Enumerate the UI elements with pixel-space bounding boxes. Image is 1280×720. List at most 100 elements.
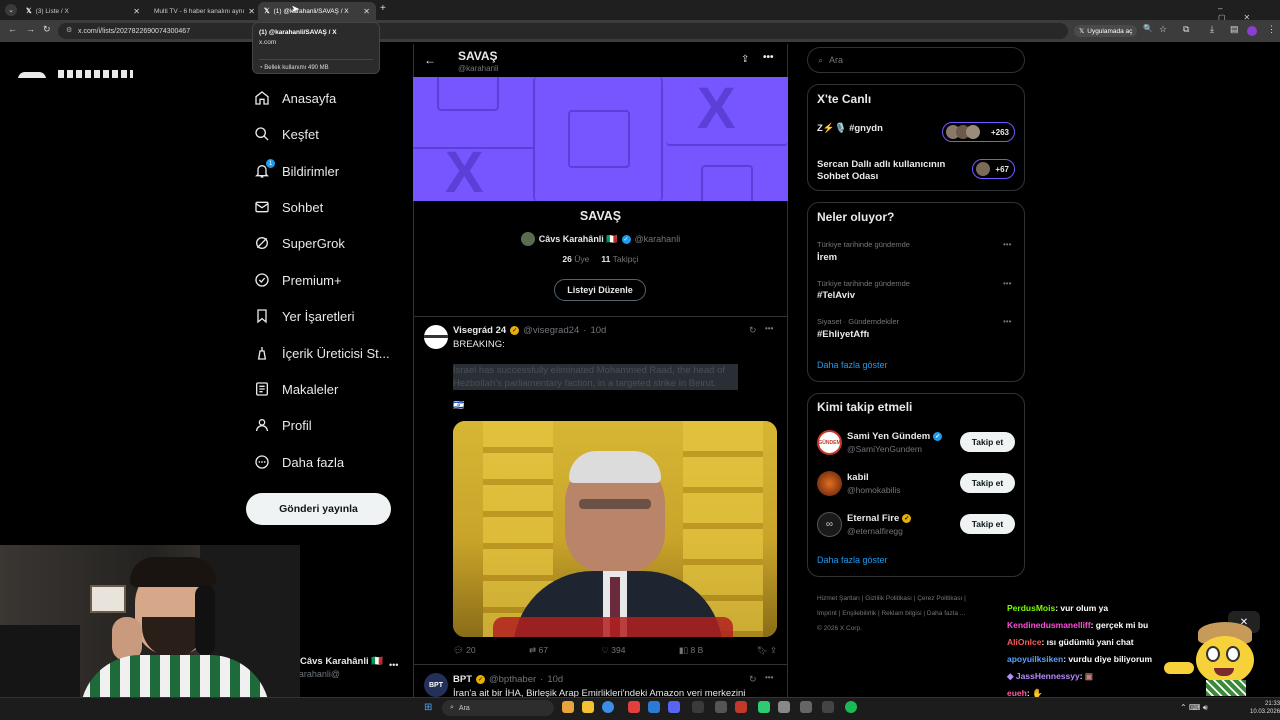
follow-name[interactable]: kabil [847, 472, 869, 483]
trends-show-more[interactable]: Daha fazla göster [817, 360, 888, 370]
follow-name-row[interactable]: Sami Yen Gündem ✓ [847, 431, 943, 442]
back-icon[interactable]: ← [8, 24, 17, 34]
search-box[interactable]: ⌕ Ara [807, 47, 1025, 73]
grok-post-icon[interactable]: ↻ [749, 674, 757, 685]
post-time[interactable]: 10d [547, 674, 563, 685]
reload-icon[interactable]: ↻ [43, 24, 51, 35]
trend-name[interactable]: #TelAviv [817, 290, 855, 301]
menu-icon[interactable]: ⋮ [1267, 24, 1276, 35]
follow-show-more[interactable]: Daha fazla göster [817, 555, 888, 565]
nav-explore[interactable]: Keşfet [254, 122, 319, 146]
star-icon[interactable]: ☆ [1159, 24, 1167, 35]
post-avatar[interactable] [424, 325, 448, 349]
tab-search-icon[interactable]: ⌄ [5, 4, 17, 16]
post-author[interactable]: BPT [453, 674, 472, 685]
nav-articles[interactable]: Makaleler [254, 377, 338, 401]
tray-icons[interactable]: ⌃ ⌨ 🔊︎ [1180, 703, 1208, 713]
post-image[interactable] [453, 421, 777, 637]
nav-profile[interactable]: Profil [254, 413, 312, 437]
repost-button[interactable]: ⇄ 67 [529, 645, 548, 656]
share-icon[interactable]: ⇪ [741, 54, 749, 65]
close-icon[interactable]: ✕ [248, 7, 255, 16]
windows-start-icon[interactable]: ⊞ [424, 702, 432, 713]
footer-link[interactable]: Imprint [817, 610, 837, 617]
nav-more[interactable]: Daha fazla [254, 450, 344, 474]
live-item-title[interactable]: Z⚡🎙️ #gnydn [817, 123, 883, 134]
file-explorer-icon[interactable] [582, 701, 594, 713]
app-icon[interactable] [822, 701, 834, 713]
bookmark-post-button[interactable]: 🔖︎ ⇪ [757, 645, 777, 656]
share-post-icon[interactable]: ⇪ [770, 645, 777, 655]
follow-avatar[interactable]: ∞ [817, 512, 842, 537]
footer-link[interactable]: Çerez Politikası [917, 595, 962, 602]
follow-button[interactable]: Takip et [960, 432, 1015, 452]
footer-link[interactable]: Reklam bilgisi [881, 610, 921, 617]
list-owner[interactable]: Câvs Karahânli 🇮🇹 ✓ @karahanli [413, 232, 788, 246]
reply-button[interactable]: 💬︎ 20 [453, 645, 476, 656]
discord-icon[interactable] [668, 701, 680, 713]
close-icon[interactable]: ✕ [133, 7, 140, 16]
edge-icon[interactable] [648, 701, 660, 713]
trend-more-icon[interactable]: ••• [1003, 279, 1011, 288]
app-icon[interactable] [628, 701, 640, 713]
footer-link[interactable]: Erişilebilirlik [842, 610, 876, 617]
post-button[interactable]: Gönderi yayınla [246, 493, 391, 525]
nav-bookmarks[interactable]: Yer İşaretleri [254, 304, 355, 328]
tab-savas[interactable]: 𝕏 (1) @karahanli/SAVAŞ / X ✕ [258, 2, 376, 20]
footer-link[interactable]: Gizlilik Politikası [865, 595, 912, 602]
members-stat[interactable]: 26 Üye [562, 254, 589, 264]
extensions-icon[interactable]: ⧉ [1183, 24, 1189, 35]
nav-home[interactable]: Anasayfa [254, 86, 336, 110]
followers-stat[interactable]: 11 Takipçi [601, 254, 638, 264]
trend-more-icon[interactable]: ••• [1003, 317, 1011, 326]
trend-more-icon[interactable]: ••• [1003, 240, 1011, 249]
app-icon[interactable] [800, 701, 812, 713]
nav-notifications[interactable]: 1 Bildirimler [254, 159, 339, 183]
grok-post-icon[interactable]: ↻ [749, 325, 757, 336]
clock[interactable]: 21:33 10.03.2026 [1250, 700, 1280, 716]
app-icon[interactable] [715, 701, 727, 713]
follow-avatar[interactable] [817, 471, 842, 496]
app-icon[interactable] [562, 701, 574, 713]
profile-avatar-icon[interactable] [1247, 26, 1257, 36]
back-arrow-icon[interactable]: ← [424, 53, 436, 67]
trend-name[interactable]: #EhliyetAffı [817, 329, 869, 340]
app-icon[interactable] [692, 701, 704, 713]
follow-avatar[interactable]: GÜNDEM [817, 430, 842, 455]
tab-liste[interactable]: 𝕏 (3) Liste / X ✕ [20, 2, 146, 20]
footer-link[interactable]: Hizmet Şartları [817, 595, 860, 602]
nav-creator-studio[interactable]: İçerik Üreticisi St... [254, 341, 390, 365]
forward-icon[interactable]: → [26, 24, 35, 34]
follow-button[interactable]: Takip et [960, 473, 1015, 493]
site-info-icon[interactable]: ⚙ [66, 26, 72, 34]
post-avatar[interactable]: BPT [424, 673, 448, 697]
live-join-button[interactable]: +67 [972, 159, 1015, 179]
account-more-icon[interactable]: ••• [389, 660, 398, 670]
edit-list-button[interactable]: Listeyi Düzenle [554, 279, 646, 301]
nav-premium[interactable]: Premium+ [254, 268, 342, 292]
follow-name-row[interactable]: Eternal Fire ✓ [847, 513, 912, 524]
bookmarks-icon[interactable]: ▤ [1230, 24, 1239, 35]
x-logo[interactable] [18, 70, 133, 78]
nav-chat[interactable]: Sohbet [254, 195, 323, 219]
post-more-icon[interactable]: ••• [765, 324, 773, 333]
post-time[interactable]: 10d [590, 325, 606, 336]
zoom-icon[interactable]: 🔍 [1143, 24, 1153, 33]
like-button[interactable]: ♡ 394 [601, 645, 625, 656]
app-icon[interactable] [735, 701, 747, 713]
footer-link[interactable]: Daha fazla ... [927, 610, 965, 617]
account-name[interactable]: Câvs Karahânli 🇮🇹 [300, 656, 383, 667]
app-icon[interactable] [778, 701, 790, 713]
live-item-title[interactable]: Sercan Dallı adlı kullanıcının Sohbet Od… [817, 159, 967, 183]
close-icon[interactable]: ✕ [363, 7, 370, 16]
spotify-icon[interactable] [845, 701, 857, 713]
address-bar[interactable]: x.com/i/lists/2027822690074300467 [58, 23, 1068, 39]
live-join-button[interactable]: +263 [942, 122, 1015, 142]
post-more-icon[interactable]: ••• [765, 673, 773, 682]
trend-name[interactable]: İrem [817, 252, 837, 263]
more-options-icon[interactable]: ••• [763, 52, 774, 63]
tab-multitv[interactable]: Multi TV - 6 haber kanalını aynı ✕ [148, 2, 256, 20]
post-author[interactable]: Visegrád 24 [453, 325, 506, 336]
app-icon[interactable] [758, 701, 770, 713]
open-in-app-button[interactable]: 𝕏 Uygulamada aç [1074, 25, 1138, 37]
